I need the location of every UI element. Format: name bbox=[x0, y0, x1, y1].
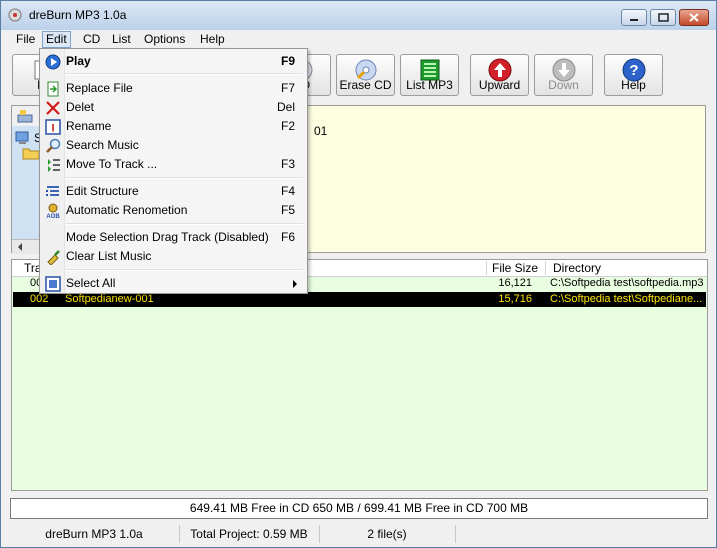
folder-icon bbox=[22, 148, 40, 160]
row-directory: C:\Softpedia test\Softpediane... bbox=[550, 293, 703, 305]
clear-list-icon bbox=[47, 250, 60, 265]
column-directory[interactable]: Directory bbox=[553, 261, 601, 275]
window-title: dreBurn MP3 1.0a bbox=[29, 8, 127, 22]
menu-item-play[interactable]: Play F9 bbox=[42, 52, 305, 71]
menu-separator bbox=[66, 177, 303, 179]
column-separator bbox=[545, 261, 546, 275]
computer-icon bbox=[15, 131, 29, 144]
menu-options[interactable]: Options bbox=[141, 32, 188, 47]
column-separator bbox=[486, 261, 487, 275]
row-track: 002 bbox=[30, 293, 49, 305]
menu-bar: File Edit CD List Options Help bbox=[1, 30, 716, 49]
menu-item-replace-file[interactable]: Replace File F7 bbox=[42, 79, 305, 98]
menu-item-select-all[interactable]: Select All bbox=[42, 274, 305, 293]
move-track-icon bbox=[48, 159, 60, 172]
minimize-icon bbox=[630, 19, 638, 21]
status-bar: dreBurn MP3 1.0a Total Project: 0.59 MB … bbox=[1, 521, 716, 547]
help-button[interactable]: ? Help bbox=[604, 54, 663, 96]
menu-item-move-to-track[interactable]: Move To Track ... F3 bbox=[42, 155, 305, 174]
delete-icon bbox=[46, 101, 60, 115]
edit-structure-icon bbox=[46, 186, 59, 196]
search-icon bbox=[46, 138, 61, 153]
list-mp3-button[interactable]: List MP3 bbox=[400, 54, 459, 96]
play-icon bbox=[45, 54, 61, 70]
menu-separator bbox=[66, 73, 303, 75]
submenu-arrow-icon bbox=[293, 280, 297, 288]
rename-icon: I bbox=[45, 119, 61, 135]
maximize-button[interactable] bbox=[650, 9, 676, 26]
tree-header bbox=[12, 106, 42, 127]
tree-node-list[interactable]: S bbox=[12, 126, 42, 239]
edit-menu-dropdown: Play F9 Replace File F7 Delet Del I Rena… bbox=[39, 48, 308, 294]
minimize-button[interactable] bbox=[621, 9, 647, 26]
menu-item-mode-selection-drag-track[interactable]: Mode Selection Drag Track (Disabled) F6 bbox=[42, 228, 305, 247]
column-file-size[interactable]: File Size bbox=[492, 261, 538, 275]
tree-horizontal-scrollbar[interactable] bbox=[12, 239, 42, 254]
menu-list[interactable]: List bbox=[109, 32, 134, 47]
row-size: 15,716 bbox=[498, 293, 532, 305]
menu-item-clear-list-music[interactable]: Clear List Music bbox=[42, 247, 305, 266]
menu-help[interactable]: Help bbox=[197, 32, 228, 47]
app-window: dreBurn MP3 1.0a File Edit CD List Optio… bbox=[0, 0, 717, 548]
maximize-icon bbox=[658, 13, 669, 22]
down-button[interactable]: Down bbox=[534, 54, 593, 96]
menu-item-edit-structure[interactable]: Edit Structure F4 bbox=[42, 182, 305, 201]
status-total-project: Total Project: 0.59 MB bbox=[179, 525, 320, 543]
status-file-count: 2 file(s) bbox=[319, 525, 456, 543]
close-icon bbox=[689, 13, 699, 22]
replace-file-icon bbox=[47, 81, 59, 97]
menu-cd[interactable]: CD bbox=[80, 32, 103, 47]
svg-text:I: I bbox=[51, 123, 54, 135]
app-icon bbox=[8, 8, 22, 22]
status-app-name: dreBurn MP3 1.0a bbox=[9, 525, 180, 543]
row-size: 16,121 bbox=[498, 277, 532, 289]
auto-rename-icon: AOB bbox=[46, 203, 60, 219]
menu-file[interactable]: File bbox=[13, 32, 38, 47]
menu-item-rename[interactable]: I Rename F2 bbox=[42, 117, 305, 136]
row-directory: C:\Softpedia test\softpedia.mp3 bbox=[550, 277, 704, 289]
row-name: Softpedianew-001 bbox=[65, 293, 154, 305]
menu-edit[interactable]: Edit bbox=[42, 31, 71, 48]
menu-item-delete[interactable]: Delet Del bbox=[42, 98, 305, 117]
menu-item-automatic-renometion[interactable]: AOB Automatic Renometion F5 bbox=[42, 201, 305, 220]
svg-text:?: ? bbox=[629, 62, 638, 79]
drive-icon bbox=[17, 110, 33, 123]
scroll-left-icon bbox=[18, 243, 22, 251]
erase-cd-button[interactable]: Erase CD bbox=[336, 54, 395, 96]
upward-button[interactable]: Upward bbox=[470, 54, 529, 96]
menu-separator bbox=[66, 269, 303, 271]
tree-detail-text: 01 bbox=[314, 124, 328, 138]
free-space-indicator: 649.41 MB Free in CD 650 MB / 699.41 MB … bbox=[10, 498, 708, 519]
close-button[interactable] bbox=[679, 9, 709, 26]
menu-separator bbox=[66, 223, 303, 225]
select-all-icon bbox=[45, 276, 61, 292]
table-row-selected[interactable]: 002 Softpedianew-001 15,716 C:\Softpedia… bbox=[13, 292, 706, 307]
title-bar[interactable]: dreBurn MP3 1.0a bbox=[1, 1, 716, 30]
menu-item-search-music[interactable]: Search Music bbox=[42, 136, 305, 155]
svg-text:AOB: AOB bbox=[46, 214, 60, 219]
